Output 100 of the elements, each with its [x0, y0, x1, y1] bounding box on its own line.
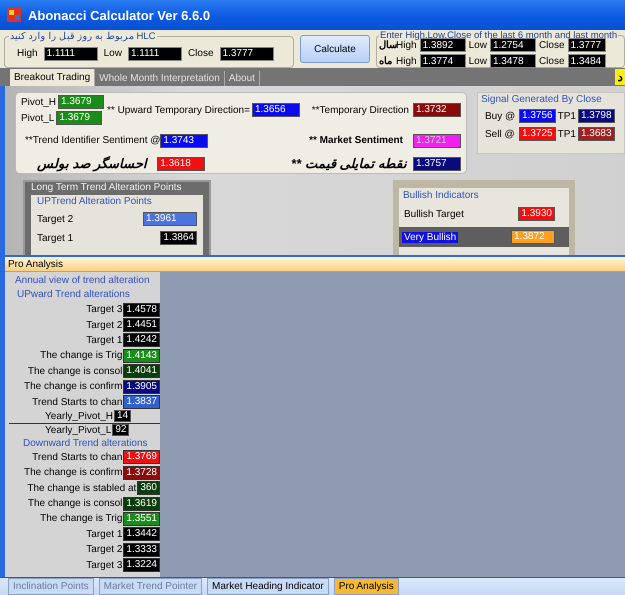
tp-value: 1.3683	[578, 127, 615, 141]
alteration-value: 1.4242	[123, 333, 160, 348]
pivot-label: Pivot_H	[21, 96, 56, 108]
alteration-value: 1.4578	[123, 302, 160, 317]
calculate-button[interactable]: Calculate	[300, 35, 370, 63]
section-title: Annual view of trend alteration	[14, 274, 151, 288]
field-label: Low	[468, 56, 487, 66]
alteration-label: Trend Starts to chan	[32, 452, 122, 463]
pivot-value: 14	[114, 410, 132, 422]
alteration-value: 1.3224	[123, 558, 160, 572]
indicator-value: 1.3743	[160, 134, 208, 148]
indicator-value: 1.3618	[157, 156, 206, 170]
section-title: UPTrend Alteration Points	[37, 196, 153, 207]
field-label: Low	[468, 40, 487, 50]
section-title: UPward Trend alterations	[16, 288, 131, 302]
alteration-label: Target 2	[86, 320, 122, 331]
field-label: Close	[538, 56, 565, 66]
alteration-value: 1.4143	[123, 348, 160, 363]
target-value: 1.3961	[143, 212, 197, 226]
alteration-label: The change is Trig	[40, 350, 122, 362]
indicator-label: ** Upward Temporary Direction=	[107, 104, 250, 116]
signal-value: 1.3756	[519, 109, 556, 123]
alteration-value: 1.3442	[123, 527, 160, 542]
tp-value: 1.3798	[578, 109, 615, 123]
group-title: Enter High,Low,Close of the last 6 month and last month	[380, 30, 618, 41]
target-label: Target 2	[37, 214, 74, 224]
indicator-label: ** نقطه تمایلی قیمت	[291, 156, 407, 171]
alteration-label: Target 3	[86, 560, 122, 571]
app-icon	[6, 7, 22, 23]
group-title: مربوط به روز قبل را وارد کنید HLC	[9, 30, 156, 42]
bullish-label: Bullish Target	[403, 208, 465, 220]
indicator-value: 1.3656	[252, 103, 300, 117]
value-input[interactable]: 1.2754	[490, 38, 536, 52]
indicator-value: 1.3732	[413, 103, 461, 117]
alteration-value: 1.3551	[123, 512, 160, 526]
alteration-value: 1.4451	[123, 318, 160, 332]
panel-title: Pro Analysis	[5, 257, 625, 272]
section-title: Downward Trend alterations	[22, 436, 149, 450]
signal-label: Sell @	[485, 128, 516, 140]
indicator-label: احساسگر صد بولس	[37, 156, 148, 171]
alteration-value: 1.3769	[123, 450, 160, 464]
panel-title: Signal Generated By Close	[481, 94, 603, 105]
alteration-label: The change is confirm	[24, 467, 122, 478]
value-input[interactable]: 1.3484	[568, 54, 606, 68]
field-label: Close	[188, 48, 214, 59]
tab[interactable]: Breakout Trading	[10, 69, 96, 86]
alteration-value: 1.3837	[123, 395, 160, 410]
indicator-label: **Temporary Direction	[312, 104, 409, 116]
field-label: Low	[104, 48, 122, 59]
period-label: ماه	[379, 55, 393, 67]
alteration-value: 1.3333	[123, 542, 160, 557]
tp-label: TP1	[558, 110, 576, 122]
alteration-label: Trend Starts to chan	[32, 396, 122, 408]
alteration-label: Target 1	[86, 528, 122, 540]
pivot-label: Yearly_Pivot_L	[45, 424, 112, 436]
value-input[interactable]: 1.3774	[420, 54, 466, 68]
alteration-value: 1.3728	[123, 466, 160, 480]
alteration-label: The change is Trig	[40, 513, 122, 524]
alteration-value: 1.3905	[123, 380, 160, 394]
value-input[interactable]: 1.1111	[44, 46, 98, 60]
field-label: High	[17, 48, 38, 59]
field-label: High	[396, 40, 417, 50]
value-input[interactable]: 1.3478	[490, 54, 536, 68]
pivot-value: 1.3679	[58, 95, 104, 109]
panel-title: Bullish Indicators	[402, 190, 480, 201]
pivot-label: Yearly_Pivot_H	[45, 410, 114, 422]
alteration-label: Target 1	[86, 334, 122, 346]
signal-label: Buy @	[485, 110, 516, 122]
window-tab[interactable]: Market Heading Indicator	[206, 578, 329, 595]
bullish-value: 1.3930	[518, 207, 555, 221]
pivot-value: 92	[112, 424, 130, 436]
alteration-label: The change is consol	[28, 498, 122, 510]
alteration-label: The change is consol	[28, 366, 122, 377]
pivot-value: 1.3679	[56, 111, 102, 125]
value-input[interactable]: 1.1111	[128, 46, 182, 60]
bullish-label: Very Bullish	[402, 232, 458, 242]
pivot-label: Pivot_L	[21, 112, 54, 124]
alteration-value: 360	[137, 481, 160, 496]
alteration-label: Target 2	[86, 544, 122, 556]
field-label: High	[396, 56, 417, 66]
window-title: Abonacci Calculator Ver 6.6.0	[28, 8, 210, 22]
tp-label: TP1	[558, 128, 576, 140]
value-input[interactable]: 1.3777	[568, 38, 606, 52]
alteration-label: The change is stabled at	[27, 482, 136, 494]
target-label: Target 1	[37, 232, 74, 244]
indicator-label: ** Market Sentiment	[309, 135, 403, 146]
panel-title: Long Term Trend Alteration Points	[31, 182, 182, 193]
edge-badge: د	[615, 69, 625, 85]
indicator-value: 1.3757	[413, 156, 461, 170]
value-input[interactable]: 1.3892	[420, 38, 466, 52]
target-value: 1.3864	[160, 231, 197, 245]
value-input[interactable]: 1.3777	[220, 46, 274, 60]
window-tab[interactable]: Pro Analysis	[334, 578, 399, 595]
alteration-value: 1.3619	[123, 496, 160, 511]
bullish-value: 1.3872	[511, 230, 555, 244]
alteration-label: Target 3	[86, 304, 122, 316]
field-label: Close	[538, 40, 565, 50]
indicator-label: **Trend Identifier Sentiment @	[25, 135, 160, 146]
alteration-label: The change is confirm	[24, 381, 122, 392]
signal-value: 1.3725	[519, 127, 556, 141]
